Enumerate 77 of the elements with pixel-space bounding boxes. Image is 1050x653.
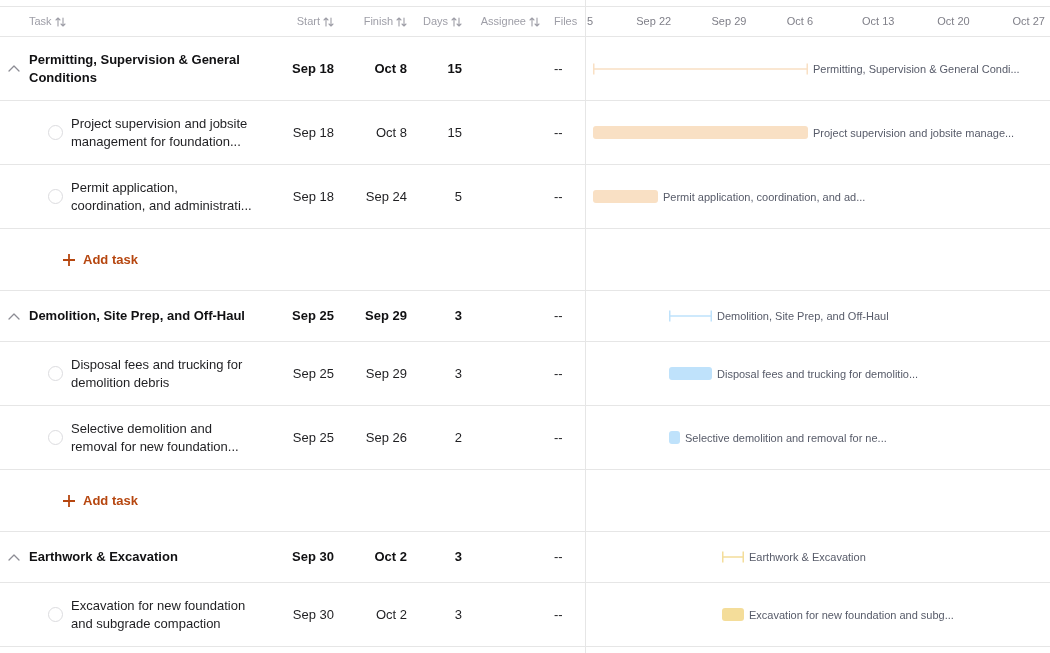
column-header[interactable]: Start [296, 15, 334, 28]
bar-label: Permitting, Supervision & General Condi... [813, 61, 1020, 76]
timeline-date-label: Oct 13 [862, 15, 895, 28]
task-name: Disposal fees and trucking for demolition debris [71, 355, 244, 392]
timeline-date-label: Sep 22 [636, 15, 672, 28]
task-checkbox[interactable] [48, 366, 63, 381]
table-cell: 3 [454, 307, 462, 325]
table-cell: 5 [454, 187, 462, 206]
chevron-up-icon[interactable] [8, 553, 20, 561]
timeline-date-label: Oct 6 [786, 15, 814, 28]
table-cell: Sep 29 [365, 307, 407, 325]
column-header[interactable]: Finish [363, 15, 407, 28]
table-cell: -- [554, 605, 563, 624]
table-cell: Sep 18 [292, 123, 334, 142]
table-cell: -- [554, 364, 563, 383]
table-cell: Sep 29 [365, 364, 407, 383]
bar-label: Project supervision and jobsite manage... [813, 125, 1015, 140]
group-title: Permitting, Supervision & General Conditions [29, 50, 241, 87]
timeline-date-label: Oct 27 [1012, 15, 1045, 28]
table-cell: Oct 2 [375, 605, 407, 624]
bar-label: Permit application, coordination, and ad... [663, 189, 866, 204]
table-cell: -- [554, 59, 563, 78]
task-checkbox[interactable] [48, 125, 63, 140]
column-header[interactable]: Task [29, 15, 66, 28]
table-cell: 3 [454, 364, 462, 383]
bar-label: Earthwork & Excavation [749, 550, 866, 564]
add-task-button[interactable]: Add task [63, 491, 138, 510]
column-header[interactable]: Days [422, 15, 462, 28]
bar-label: Selective demolition and removal for ne... [685, 430, 887, 445]
task-name: Permit application, coordination, and administrati... [71, 178, 253, 215]
table-cell: Sep 25 [292, 364, 334, 383]
table-cell: 2 [454, 428, 462, 447]
table-cell: Sep 18 [292, 59, 334, 78]
table-cell: 15 [447, 59, 462, 78]
table-cell: -- [554, 187, 563, 206]
table-cell: Oct 2 [374, 548, 407, 566]
column-header: Files [554, 15, 578, 28]
summary-bracket [722, 551, 744, 563]
table-cell: Oct 8 [375, 123, 407, 142]
plus-icon [63, 253, 75, 266]
table-cell: Sep 18 [292, 187, 334, 206]
task-name: Excavation for new foundation and subgrade compaction [71, 596, 247, 633]
table-cell: Oct 8 [374, 59, 407, 78]
task-name: Project supervision and jobsite management for foundation... [71, 114, 249, 151]
timeline-date-label: Oct 20 [937, 15, 970, 28]
table-cell: 3 [454, 605, 462, 624]
bar-label: Excavation for new foundation and subg... [749, 607, 954, 622]
table-cell: -- [554, 123, 563, 142]
table-cell: Sep 25 [292, 428, 334, 447]
add-task-button[interactable]: Add task [63, 250, 138, 269]
timeline-date-label: Sep 29 [711, 15, 747, 28]
task-checkbox[interactable] [48, 189, 63, 204]
table-cell: Sep 25 [292, 307, 334, 325]
task-checkbox[interactable] [48, 607, 63, 622]
table-cell: -- [554, 428, 563, 447]
table-cell: Sep 24 [365, 187, 407, 206]
group-title: Demolition, Site Prep, and Off-Haul [29, 307, 246, 325]
task-bar [669, 431, 680, 444]
timeline-date-label: 5 [587, 15, 594, 28]
column-header[interactable]: Assignee [480, 15, 540, 28]
task-checkbox[interactable] [48, 430, 63, 445]
task-bar [593, 190, 658, 203]
table-cell: 3 [454, 548, 462, 566]
chevron-up-icon[interactable] [8, 312, 20, 320]
table-cell: -- [554, 548, 563, 566]
task-name: Selective demolition and removal for new foundation... [71, 419, 240, 456]
table-cell: Sep 30 [292, 605, 334, 624]
bar-label: Demolition, Site Prep, and Off-Haul [717, 309, 889, 323]
chevron-up-icon[interactable] [8, 65, 20, 72]
table-cell: Sep 30 [292, 548, 334, 566]
group-title: Earthwork & Excavation [29, 548, 179, 566]
summary-bracket [669, 310, 712, 322]
table-cell: Sep 26 [365, 428, 407, 447]
table-cell: -- [554, 307, 563, 325]
bar-label: Disposal fees and trucking for demolitio... [717, 366, 919, 381]
plus-icon [63, 494, 75, 507]
table-cell: 15 [447, 123, 462, 142]
